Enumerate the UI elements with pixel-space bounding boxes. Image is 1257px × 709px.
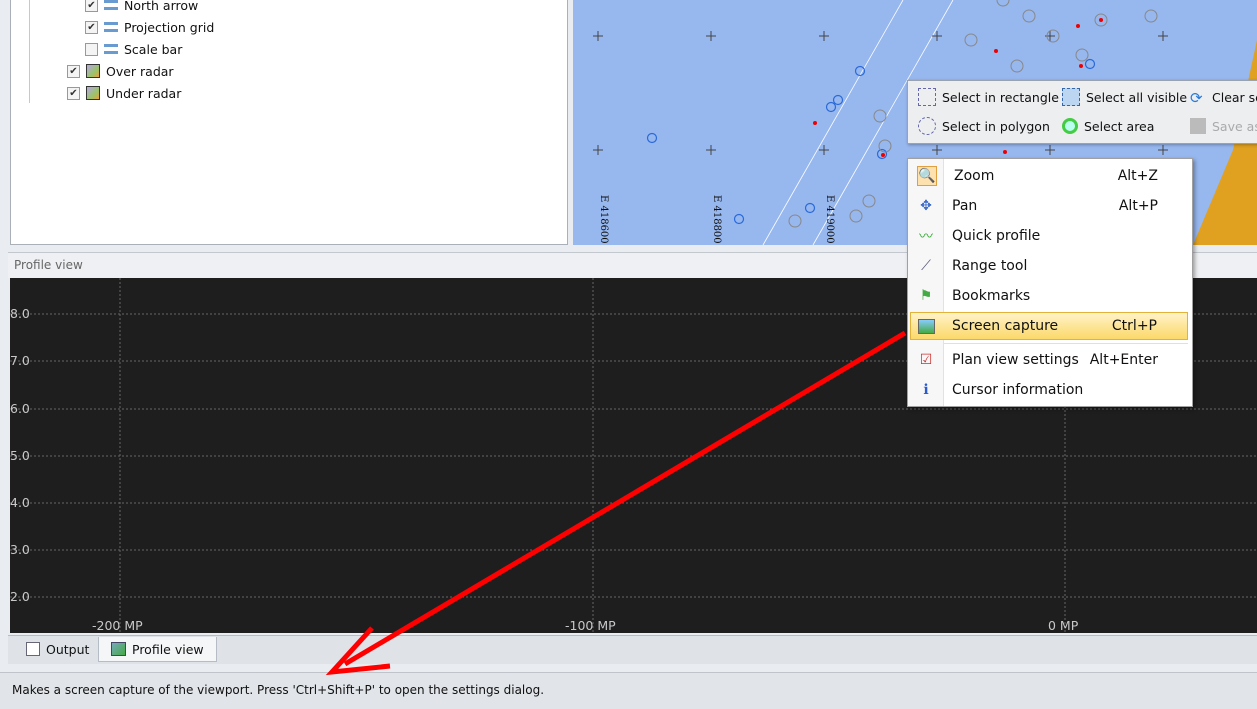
menu-item-plan-view-settings[interactable]: ☑ Plan view settings Alt+Enter [910,346,1188,374]
menu-label: Quick profile [952,228,1041,244]
layer-label: Scale bar [124,41,183,57]
x-tick: -100 MP [565,618,616,633]
menu-item-bookmarks[interactable]: ⚑ Bookmarks [910,282,1188,310]
layer-over-radar[interactable]: ✔ Over radar [67,61,174,81]
tab-profile-view[interactable]: Profile view [98,637,217,662]
grid-layer-icon [104,22,118,32]
tree-gutter [11,0,30,103]
button-label: Select all visible [1086,89,1188,105]
status-text: Makes a screen capture of the viewport. … [12,683,545,697]
y-tick: 4.0 [10,495,30,510]
settings-icon: ☑ [919,352,933,368]
menu-shortcut: Alt+P [1118,198,1158,214]
layer-label: Projection grid [124,19,215,35]
menu-label: Plan view settings [952,352,1079,368]
select-all-visible-button[interactable]: Select all visible [1062,86,1187,108]
menu-item-quick-profile[interactable]: 〰 Quick profile [910,222,1188,250]
button-label: Select in rectangle [942,89,1059,105]
save-icon [1190,118,1206,134]
y-tick: 7.0 [10,353,30,368]
layer-under-radar[interactable]: ✔ Under radar [67,83,181,103]
menu-label: Range tool [952,258,1028,274]
menu-label: Pan [952,198,978,214]
checkbox-checked[interactable]: ✔ [67,86,80,100]
selection-toolbar: Select in rectangle Select all visible ⟳… [907,80,1257,144]
bottom-tabs: Output Profile view [8,635,1257,664]
screen-capture-icon [918,318,935,334]
menu-item-screen-capture[interactable]: Screen capture Ctrl+P [910,312,1188,340]
y-tick: 8.0 [10,306,30,321]
y-tick: 3.0 [10,542,30,557]
menu-item-zoom[interactable]: 🔍 Zoom Alt+Z [910,162,1188,190]
grid-layer-icon [104,0,118,10]
profile-icon [111,642,126,656]
info-icon: ℹ [923,382,929,398]
magnifier-icon: 🔍 [917,166,937,186]
radar-layer-icon [86,64,100,78]
save-as-button[interactable]: Save as [1190,115,1257,137]
menu-label: Screen capture [952,318,1059,334]
layer-tree: ✔ North arrow ✔ Projection grid Scale bar … [10,0,568,245]
grid-label: E 418800 [711,195,722,244]
checkbox-checked[interactable]: ✔ [67,64,80,78]
select-in-rectangle-button[interactable]: Select in rectangle [918,86,1059,108]
layer-label: North arrow [124,0,199,13]
grid-layer-icon [104,44,118,54]
checkbox-checked[interactable]: ✔ [85,20,98,34]
layer-projection-grid[interactable]: ✔ Projection grid [85,17,214,37]
select-polygon-icon [918,117,936,135]
clear-selection-button[interactable]: ⟳ Clear se [1190,86,1257,108]
select-area-icon [1062,118,1078,134]
select-rectangle-icon [918,88,936,106]
y-tick: 6.0 [10,401,30,416]
button-label: Select in polygon [942,118,1050,134]
button-label: Clear se [1212,89,1257,105]
button-label: Save as [1212,118,1257,134]
tab-label: Profile view [132,641,204,657]
menu-item-range-tool[interactable]: ⟋ Range tool [910,252,1188,280]
grid-label: E 418600 [598,195,609,244]
menu-label: Bookmarks [952,288,1031,304]
tab-label: Output [46,641,90,657]
layer-north-arrow[interactable]: ✔ North arrow [85,0,198,15]
context-menu: 🔍 Zoom Alt+Z ✥ Pan Alt+P 〰 Quick profile ⟋ Ran… [907,158,1193,407]
select-area-button[interactable]: Select area [1062,115,1154,137]
output-icon [26,642,40,656]
menu-shortcut: Alt+Enter [1089,352,1158,368]
menu-shortcut: Ctrl+P [1111,318,1157,334]
checkbox-unchecked[interactable] [85,42,98,56]
menu-label: Zoom [954,168,995,184]
profile-view-title: Profile view [14,258,83,272]
menu-shortcut: Alt+Z [1117,168,1158,184]
layer-label: Under radar [106,85,182,101]
layer-scale-bar[interactable]: Scale bar [85,39,182,59]
pan-icon: ✥ [920,198,932,214]
radar-layer-icon [86,86,100,100]
menu-label: Cursor information [952,382,1084,398]
checkbox-checked[interactable]: ✔ [85,0,98,12]
bookmarks-icon: ⚑ [919,288,933,304]
menu-item-cursor-information[interactable]: ℹ Cursor information [910,376,1188,404]
range-tool-icon: ⟋ [921,258,931,274]
layer-label: Over radar [106,63,174,79]
x-tick: -200 MP [92,618,143,633]
tab-output[interactable]: Output [14,637,101,661]
menu-item-pan[interactable]: ✥ Pan Alt+P [910,192,1188,220]
x-tick: 0 MP [1048,618,1079,633]
grid-label: E 419000 [824,195,835,244]
select-all-visible-icon [1062,88,1080,106]
quick-profile-icon: 〰 [919,229,933,245]
refresh-icon: ⟳ [1190,89,1203,107]
y-tick: 5.0 [10,448,30,463]
y-tick: 2.0 [10,589,30,604]
status-bar: Makes a screen capture of the viewport. … [0,672,1257,709]
select-in-polygon-button[interactable]: Select in polygon [918,115,1050,137]
button-label: Select area [1084,118,1155,134]
